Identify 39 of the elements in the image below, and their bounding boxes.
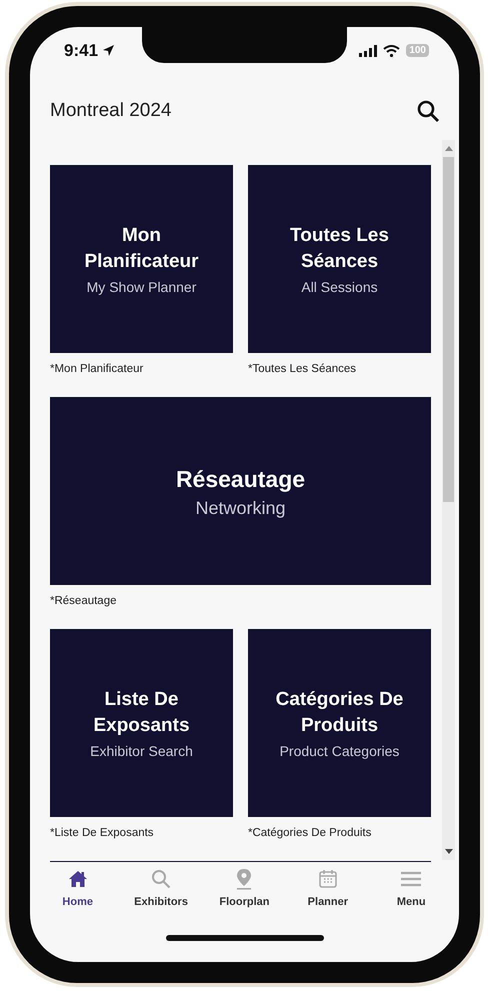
- scroll-thumb[interactable]: [443, 157, 454, 502]
- menu-tile[interactable]: Liste De Exposants Exhibitor Search: [50, 629, 233, 817]
- signal-icon: [359, 44, 378, 56]
- scroll-up-icon[interactable]: [444, 146, 452, 151]
- tile-title: Toutes Les Séances: [289, 224, 390, 274]
- tile-subtitle: Exhibitor Search: [90, 743, 193, 759]
- tile-title: Liste De Exposants: [92, 688, 191, 738]
- menu-tile[interactable]: Toutes Les Séances All Sessions: [248, 165, 431, 353]
- battery-level: 100: [406, 44, 429, 57]
- status-time: 9:41: [64, 40, 98, 60]
- tab-bar-item[interactable]: Exhibitors: [122, 868, 200, 908]
- search-icon[interactable]: [416, 99, 440, 123]
- tile-title: Réseautage: [176, 464, 306, 494]
- menu-tile[interactable]: Réseautage Networking: [50, 397, 431, 585]
- tab-bar-item[interactable]: Floorplan: [205, 868, 284, 908]
- calendar-icon: [318, 868, 338, 890]
- tile-caption: *Liste De Exposants: [50, 826, 155, 841]
- menu-tile[interactable]: Mon Planificateur My Show Planner: [50, 165, 233, 353]
- tile-caption: *Toutes Les Séances: [248, 362, 358, 377]
- home-icon: [68, 868, 88, 890]
- tab-bar-item[interactable]: Planner: [288, 868, 367, 908]
- tile-subtitle: All Sessions: [301, 279, 378, 295]
- tile-title: Mon Planificateur: [83, 224, 200, 274]
- scroll-down-icon[interactable]: [444, 849, 452, 854]
- tile-subtitle: My Show Planner: [86, 279, 196, 295]
- tile-caption: *Catégories De Produits: [248, 826, 372, 841]
- search-icon: [151, 868, 172, 890]
- tab-bar-item[interactable]: Home: [38, 868, 117, 908]
- tile-caption: *Réseautage: [50, 594, 118, 609]
- scrollbar[interactable]: [442, 140, 455, 860]
- wifi-icon: [383, 44, 400, 56]
- menu-tile[interactable]: Catégories De Produits Product Categories: [248, 629, 431, 817]
- app-title: Montreal 2024: [50, 100, 172, 122]
- tile-caption: *Mon Planificateur: [50, 362, 144, 377]
- tab-bar-item[interactable]: Menu: [372, 868, 450, 908]
- tile-subtitle: Networking: [195, 498, 286, 518]
- location-arrow-icon: [102, 44, 116, 57]
- tile-title: Catégories De Produits: [274, 688, 404, 738]
- tile-subtitle: Product Categories: [280, 743, 400, 759]
